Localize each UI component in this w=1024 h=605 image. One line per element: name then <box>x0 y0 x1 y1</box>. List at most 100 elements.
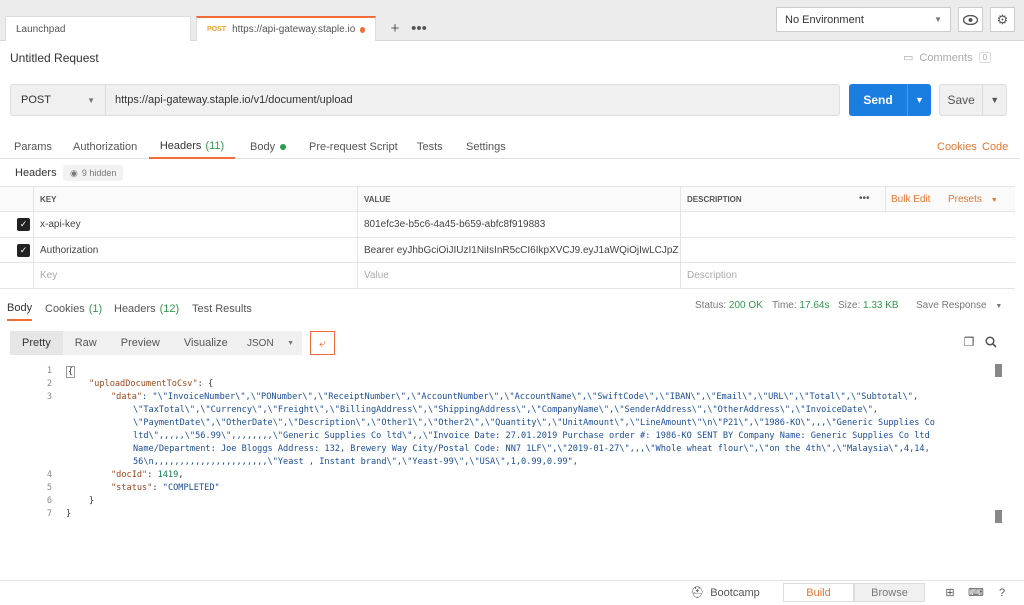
response-tab-headers[interactable]: Headers (12) <box>114 296 179 321</box>
tab-prerequest-script[interactable]: Pre-request Script <box>309 134 398 159</box>
tab-body[interactable]: Body <box>250 134 287 159</box>
code-line: "docId": 1419, <box>111 470 184 480</box>
line-number: 6 <box>46 496 52 506</box>
header-description-cell[interactable] <box>681 212 1015 237</box>
tab-options-button[interactable]: ••• <box>407 16 431 41</box>
cookies-link[interactable]: Cookies <box>937 134 977 159</box>
line-number: 5 <box>46 483 52 493</box>
eye-icon[interactable] <box>958 7 983 32</box>
response-body-editor[interactable]: 1 2 3 4 5 6 7 { "uploadDocumentToCsv": {… <box>0 364 993 579</box>
chevron-down-icon: ▼ <box>87 95 95 105</box>
new-tab-button[interactable]: + <box>383 16 407 41</box>
tab-launchpad[interactable]: Launchpad <box>5 16 191 41</box>
layout-icon[interactable]: ⊞ <box>940 583 960 602</box>
bootcamp-button[interactable]: ⛑ Bootcamp <box>686 583 764 602</box>
hidden-headers-toggle[interactable]: ◉ 9 hidden <box>63 165 124 181</box>
search-icon[interactable] <box>984 335 998 349</box>
json-key: "status" <box>111 483 153 493</box>
format-select[interactable]: JSON ▼ <box>239 331 302 355</box>
response-tab-body[interactable]: Body <box>7 296 33 321</box>
line-number: 4 <box>46 470 52 480</box>
method-select[interactable]: POST ▼ <box>11 85 106 115</box>
json-string: : "\"InvoiceNumber\",\"PONumber\",\"Rece… <box>142 392 919 402</box>
column-key: KEY <box>34 187 358 211</box>
status-label: Status: <box>695 300 727 311</box>
header-value-cell[interactable]: 801efc3e-b5c6-4a45-b659-abfc8f919883 <box>358 212 681 237</box>
tab-headers[interactable]: Headers (11) <box>149 134 235 159</box>
tab-authorization[interactable]: Authorization <box>73 134 137 159</box>
response-cookies-count: (1) <box>88 302 103 315</box>
table-row: ✓ Authorization Bearer eyJhbGciOiJIUzI1N… <box>0 238 1015 263</box>
more-options-icon[interactable]: ••• <box>859 193 870 204</box>
tab-launchpad-label: Launchpad <box>16 23 66 35</box>
size-value: 1.33 KB <box>863 300 899 311</box>
scrollbar-thumb[interactable] <box>995 510 1002 523</box>
tab-tests[interactable]: Tests <box>417 134 443 159</box>
wrap-lines-icon[interactable]: ⤶ <box>310 331 335 355</box>
save-response-dropdown[interactable]: Save Response ▼ <box>916 300 1002 311</box>
view-preview[interactable]: Preview <box>108 331 172 355</box>
keyboard-icon[interactable]: ⌨ <box>966 583 986 602</box>
code-link[interactable]: Code <box>982 134 1008 159</box>
build-toggle[interactable]: Build <box>783 583 854 602</box>
presets-dropdown[interactable]: Presets ▼ <box>948 194 998 205</box>
hidden-headers-label: 9 hidden <box>81 168 117 178</box>
scrollbar-thumb-top[interactable] <box>995 364 1002 377</box>
code-line: } <box>66 509 72 519</box>
new-value-input[interactable]: Value <box>358 263 681 288</box>
code-line: { <box>66 366 76 378</box>
json-key: "docId" <box>111 470 148 480</box>
code-line: "data": "\"InvoiceNumber\",\"PONumber\",… <box>111 392 918 402</box>
code-line: } <box>89 496 95 506</box>
tab-headers-label: Headers <box>159 139 202 152</box>
environment-select[interactable]: No Environment ▼ <box>776 7 951 32</box>
bulk-edit-link[interactable]: Bulk Edit <box>891 194 930 205</box>
json-string: "COMPLETED" <box>162 483 220 493</box>
response-headers-label: Headers <box>114 302 156 315</box>
checkbox-checked-icon[interactable]: ✓ <box>17 243 30 257</box>
tab-request[interactable]: POST https://api-gateway.staple.io/v... <box>196 16 376 41</box>
header-description-cell[interactable] <box>681 238 1015 262</box>
comments-count: 0 <box>978 52 992 63</box>
comments-button[interactable]: ▭ Comments 0 <box>903 51 992 64</box>
status-info: Status: 200 OK <box>695 300 763 311</box>
help-icon[interactable]: ? <box>992 583 1012 602</box>
response-tab-cookies[interactable]: Cookies (1) <box>45 296 102 321</box>
bootcamp-label: Bootcamp <box>710 586 760 599</box>
save-response-label: Save Response <box>916 300 987 311</box>
tab-settings[interactable]: Settings <box>466 134 506 159</box>
gear-icon[interactable]: ⚙ <box>990 7 1015 32</box>
new-description-input[interactable]: Description <box>681 263 1015 288</box>
tab-params[interactable]: Params <box>14 134 52 159</box>
scrollbar[interactable] <box>995 364 1003 579</box>
copy-icon[interactable]: ❐ <box>962 335 976 349</box>
size-info: Size: 1.33 KB <box>838 300 899 311</box>
code-line: ltd\",,,,,\"56.99\",,,,,,,,\"Generic Sup… <box>133 431 930 441</box>
chevron-down-icon: ▼ <box>934 15 942 24</box>
eye-icon: ◉ <box>70 167 78 178</box>
header-value-cell[interactable]: Bearer eyJhbGciOiJIUzI1NiIsInR5cCI6IkpXV… <box>358 238 681 262</box>
table-row-new: Key Value Description <box>0 263 1015 289</box>
send-dropdown-icon[interactable]: ▼ <box>907 84 931 116</box>
new-key-input[interactable]: Key <box>34 263 358 288</box>
code-line: \"PaymentDate\",\"OtherDate\",\"Descript… <box>133 418 935 428</box>
send-label: Send <box>863 93 893 107</box>
save-button[interactable]: Save ▼ <box>939 84 1007 116</box>
checkbox-checked-icon[interactable]: ✓ <box>17 218 30 231</box>
view-pretty[interactable]: Pretty <box>10 331 63 355</box>
save-dropdown-icon[interactable]: ▼ <box>982 85 1006 115</box>
header-key-cell[interactable]: Authorization <box>34 238 358 262</box>
url-input[interactable]: https://api-gateway.staple.io/v1/documen… <box>106 94 353 106</box>
url-bar: POST ▼ https://api-gateway.staple.io/v1/… <box>10 84 840 116</box>
header-key-cell[interactable]: x-api-key <box>34 212 358 237</box>
code-line: \"TaxTotal\",\"Currency\",\"Freight\",\"… <box>133 405 879 415</box>
send-button[interactable]: Send ▼ <box>849 84 931 116</box>
view-raw[interactable]: Raw <box>62 331 109 355</box>
headers-section-title: Headers <box>15 167 57 179</box>
code-line: Name/Department: Joe Bloggs Address: 132… <box>133 444 930 454</box>
body-indicator-icon <box>280 143 287 150</box>
browse-toggle[interactable]: Browse <box>854 583 925 602</box>
view-visualize[interactable]: Visualize <box>171 331 240 355</box>
line-number: 3 <box>46 392 52 402</box>
response-tab-test-results[interactable]: Test Results <box>192 296 252 321</box>
